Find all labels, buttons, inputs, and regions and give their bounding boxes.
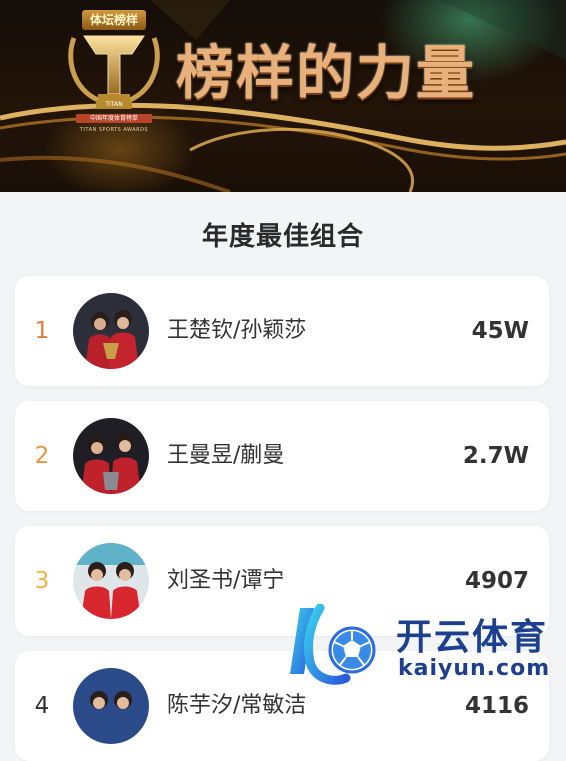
rank-number: 2 xyxy=(34,443,50,469)
avatar xyxy=(73,668,149,744)
watermark-en-text: kaiyun.com xyxy=(398,656,551,681)
watermark-cn-text: 开云体育 xyxy=(396,617,549,658)
avatar xyxy=(73,418,149,494)
badge-brand: TITAN xyxy=(96,100,132,109)
ranking-card-1[interactable]: 1 王楚钦/孙颖莎 45W xyxy=(15,276,549,386)
rank-number: 4 xyxy=(34,693,50,719)
player-names: 刘圣书/谭宁 xyxy=(167,568,285,593)
rank-number: 3 xyxy=(34,568,50,594)
banner-slogan: 榜样的力量 xyxy=(176,39,477,107)
titan-awards-badge: 体坛榜样 TITAN 中国年度体育榜单 TITAN SPORTS AWARDS xyxy=(62,8,166,140)
vote-count: 45W xyxy=(471,318,529,344)
kaiyun-logo-icon xyxy=(290,604,376,685)
vote-count: 2.7W xyxy=(462,443,529,469)
section-title: 年度最佳组合 xyxy=(201,222,364,252)
player-names: 王曼昱/蒯曼 xyxy=(167,443,285,468)
kaiyun-watermark: 开云体育 kaiyun.com xyxy=(280,604,566,688)
rank-number: 1 xyxy=(34,318,50,344)
badge-cn-subtitle: 中国年度体育榜单 xyxy=(76,114,152,123)
avatar xyxy=(73,543,149,619)
badge-title: 体坛榜样 xyxy=(82,10,146,30)
avatar xyxy=(73,293,149,369)
player-names: 王楚钦/孙颖莎 xyxy=(167,318,307,343)
badge-en-subtitle: TITAN SPORTS AWARDS xyxy=(79,127,149,133)
award-banner: 体坛榜样 TITAN 中国年度体育榜单 TITAN SPORTS AWARDS … xyxy=(0,0,566,192)
ranking-card-2[interactable]: 2 王曼昱/蒯曼 2.7W xyxy=(15,401,549,511)
